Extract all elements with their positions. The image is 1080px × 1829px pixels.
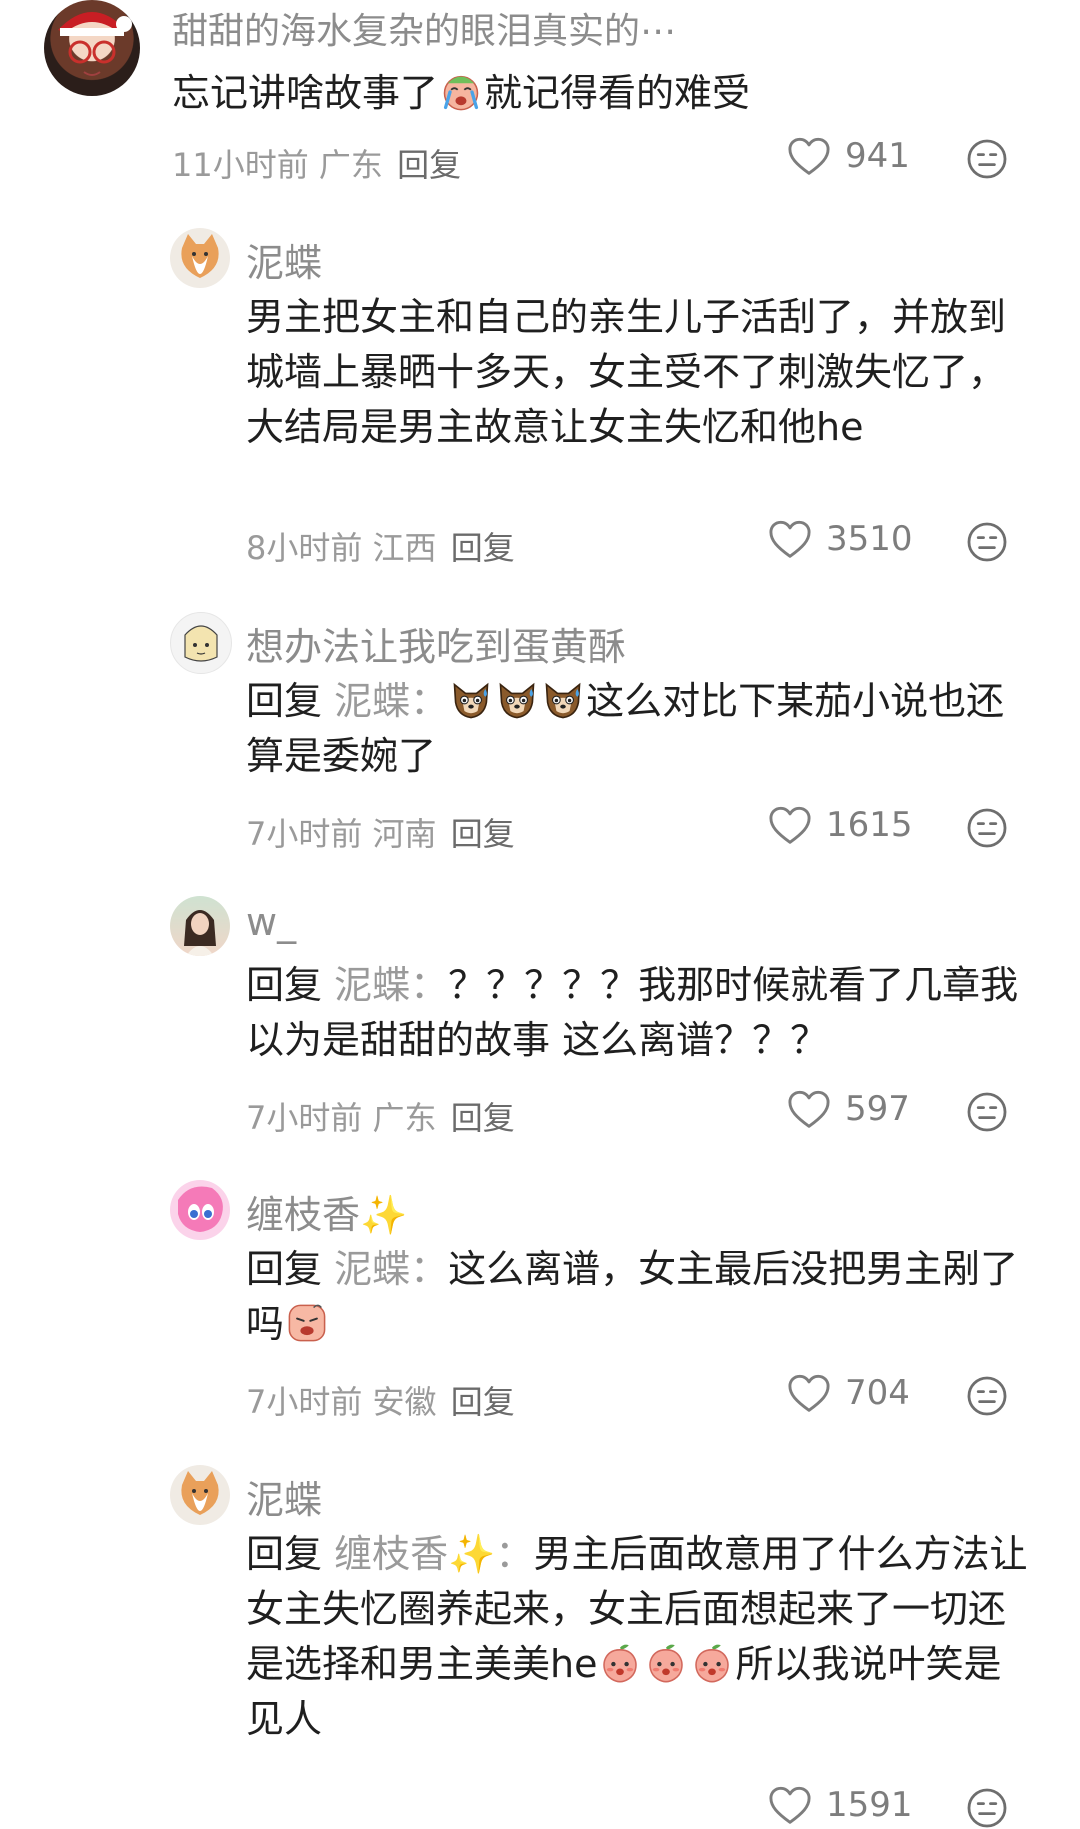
reply-button[interactable]: 回复 [397, 146, 461, 184]
sweating-dog-emoji-icon [495, 678, 539, 722]
peach-face-emoji-icon [644, 1641, 688, 1685]
reaction-meh-icon[interactable] [966, 807, 1008, 849]
anime-girl-avatar-icon [184, 625, 218, 662]
comment-time: 7小时前 [246, 1099, 363, 1137]
cat-avatar-icon [181, 234, 219, 278]
peach-face-emoji-icon [690, 1641, 734, 1685]
sweating-dog-emoji-icon [449, 678, 493, 722]
like-count: 597 [845, 1089, 910, 1129]
heart-icon [787, 1089, 831, 1129]
pink-pony-avatar-icon [178, 1186, 223, 1232]
heart-icon [787, 136, 831, 176]
like-count: 1615 [826, 805, 913, 845]
reply-target-username[interactable]: 泥蝶： [334, 679, 448, 723]
like-button[interactable]: 1591 [768, 1785, 913, 1825]
heart-icon [787, 1373, 831, 1413]
comment-text: 回复 泥蝶：？？？？？我那时候就看了几章我以为是甜甜的故事 这么离谱？？？ [246, 958, 1036, 1068]
reply-button[interactable]: 回复 [451, 1099, 515, 1137]
reply-prefix: 回复 [246, 1247, 323, 1291]
avatar[interactable] [170, 612, 232, 674]
comment-time: 11小时前 [172, 146, 309, 184]
reply-button[interactable]: 回复 [451, 815, 515, 853]
reply-prefix: 回复 [246, 679, 323, 723]
avatar[interactable] [170, 1465, 230, 1525]
reply-target-username[interactable]: 泥蝶： [334, 963, 448, 1007]
comment-time: 7小时前 [246, 1383, 363, 1421]
comment-username[interactable]: 缠枝香✨ [246, 1184, 407, 1239]
comment-username[interactable]: 甜甜的海水复杂的眼泪真实的⋯ [172, 2, 676, 54]
heart-icon [768, 805, 812, 845]
comment-meta: 7小时前 安徽 回复 [246, 1377, 515, 1423]
reply-button[interactable]: 回复 [451, 1383, 515, 1421]
like-button[interactable]: 941 [787, 136, 910, 176]
comment-meta: 7小时前 河南 回复 [246, 809, 515, 855]
comment-text: 忘记讲啥故事了 就记得看的难受 [172, 66, 992, 121]
like-count: 3510 [826, 519, 913, 559]
comment-meta: 8小时前 江西 回复 [246, 523, 515, 569]
comment-username[interactable]: 泥蝶 [246, 232, 322, 287]
comment-text-part: 忘记讲啥故事了 [172, 71, 439, 115]
like-count: 1591 [826, 1785, 913, 1825]
comment-location: 江西 [372, 529, 437, 567]
avatar[interactable] [44, 0, 140, 96]
comments-page: { "comments": [ { "username": "甜甜的海水复杂的眼… [0, 0, 1080, 1825]
peach-face-emoji-icon [598, 1641, 642, 1685]
comment-meta: 11小时前 广东 回复 [172, 140, 461, 186]
like-button[interactable]: 597 [787, 1089, 910, 1129]
avatar[interactable] [170, 896, 230, 956]
comment-text: 回复 缠枝香✨：男主后面故意用了什么方法让女主失忆圈养起来，女主后面想起来了一切… [246, 1527, 1036, 1747]
comment-username[interactable]: 泥蝶 [246, 1469, 322, 1524]
annoyed-face-emoji-icon [285, 1301, 329, 1345]
cat-avatar-icon [181, 1471, 219, 1515]
reply-prefix: 回复 [246, 1532, 323, 1576]
comment-meta: 7小时前 广东 回复 [246, 1093, 515, 1139]
comment-time: 8小时前 [246, 529, 363, 567]
comment-text: 回复 泥蝶： 这么对比下某茄小说也还算是委婉了 [246, 674, 1036, 784]
comment-time: 7小时前 [246, 815, 363, 853]
comment-username[interactable]: 想办法让我吃到蛋黄酥 [246, 616, 626, 671]
reply-button[interactable]: 回复 [451, 529, 515, 567]
like-button[interactable]: 704 [787, 1373, 910, 1413]
avatar[interactable] [170, 228, 230, 288]
reply-target-username[interactable]: 缠枝香✨： [334, 1532, 533, 1576]
heart-icon [768, 519, 812, 559]
comment-location: 安徽 [372, 1383, 437, 1421]
reaction-meh-icon[interactable] [966, 138, 1008, 180]
reaction-meh-icon[interactable] [966, 1091, 1008, 1133]
avatar[interactable] [170, 1180, 230, 1240]
like-button[interactable]: 3510 [768, 519, 913, 559]
reaction-meh-icon[interactable] [966, 1375, 1008, 1417]
comment-text: 回复 泥蝶：这么离谱，女主最后没把男主剐了吗 [246, 1242, 1036, 1352]
reply-target-username[interactable]: 泥蝶： [334, 1247, 448, 1291]
reply-prefix: 回复 [246, 963, 323, 1007]
comment-location: 广东 [318, 146, 383, 184]
reaction-meh-icon[interactable] [966, 1787, 1008, 1829]
comment-text-part: 就记得看的难受 [484, 71, 751, 115]
reaction-meh-icon[interactable] [966, 521, 1008, 563]
like-count: 941 [845, 136, 910, 176]
person-photo-avatar-icon [184, 910, 216, 956]
comment-location: 广东 [372, 1099, 437, 1137]
comment-location: 河南 [372, 815, 437, 853]
crying-face-emoji-icon [439, 70, 483, 114]
comment-text: 男主把女主和自己的亲生儿子活刮了，并放到城墙上暴晒十多天，女主受不了刺激失忆了，… [246, 295, 1007, 449]
like-count: 704 [845, 1373, 910, 1413]
user-photo-icon [58, 12, 132, 76]
sweating-dog-emoji-icon [541, 678, 585, 722]
heart-icon [768, 1785, 812, 1825]
comment-username[interactable]: w_ [246, 900, 296, 944]
like-button[interactable]: 1615 [768, 805, 913, 845]
